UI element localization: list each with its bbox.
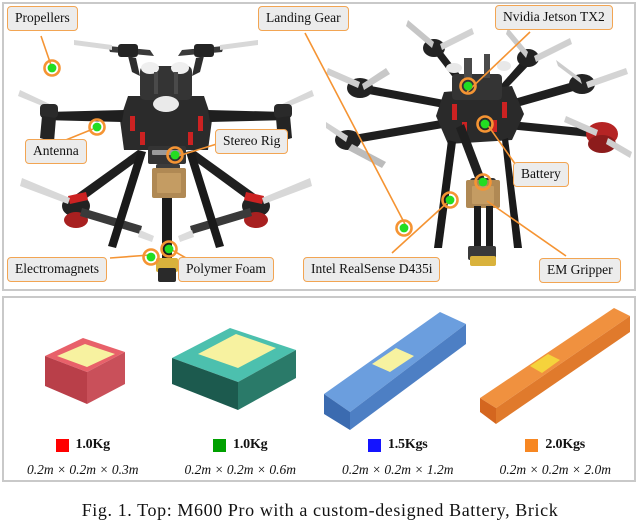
callout-landing-gear[interactable]: Landing Gear [258, 6, 349, 31]
legend-item-blue: 1.5Kgs [319, 434, 477, 456]
object-thumbnail-blue-block [314, 300, 474, 432]
drone-side-view-photo [326, 10, 634, 286]
legend-mass-green: 1.0Kg [233, 437, 268, 452]
legend-item-green: 1.0Kg [162, 434, 320, 456]
mass-legend-row: 1.0Kg 1.0Kg 1.5Kgs 2.0Kgs [4, 434, 634, 456]
dimensions-green: 0.2m × 0.2m × 0.6m [184, 462, 297, 477]
figure-root: Propellers Landing Gear Nvidia Jetson TX… [0, 0, 640, 522]
legend-item-orange: 2.0Kgs [477, 434, 635, 456]
object-thumbnail-green-block [154, 300, 314, 432]
dimensions-orange: 0.2m × 0.2m × 2.0m [499, 462, 612, 477]
legend-swatch-red [55, 438, 69, 452]
callout-stereo-rig[interactable]: Stereo Rig [215, 129, 289, 154]
object-thumbnails-row [4, 300, 634, 432]
callout-nvidia-jetson-tx2[interactable]: Nvidia Jetson TX2 [495, 5, 613, 30]
legend-mass-blue: 1.5Kgs [387, 437, 428, 452]
dimensions-blue: 0.2m × 0.2m × 1.2m [341, 462, 454, 477]
dimensions-red: 0.2m × 0.2m × 0.3m [26, 462, 139, 477]
legend-swatch-blue [367, 438, 381, 452]
callout-em-gripper[interactable]: EM Gripper [539, 258, 621, 283]
legend-swatch-orange [525, 438, 539, 452]
figure-caption: Fig. 1. Top: M600 Pro with a custom-desi… [81, 500, 559, 520]
callout-battery[interactable]: Battery [513, 162, 569, 187]
callout-antenna[interactable]: Antenna [25, 139, 87, 164]
legend-item-red: 1.0Kg [4, 434, 162, 456]
callout-intel-realsense-d435i[interactable]: Intel RealSense D435i [303, 257, 441, 282]
legend-mass-orange: 2.0Kgs [545, 437, 586, 452]
top-panel [2, 2, 636, 291]
object-dimensions-row: 0.2m × 0.2m × 0.3m 0.2m × 0.2m × 0.6m 0.… [4, 460, 634, 480]
callout-propellers[interactable]: Propellers [7, 6, 78, 31]
callout-polymer-foam[interactable]: Polymer Foam [178, 257, 274, 282]
callout-electromagnets[interactable]: Electromagnets [7, 257, 107, 282]
legend-swatch-green [213, 438, 227, 452]
legend-mass-red: 1.0Kg [75, 437, 111, 452]
object-thumbnail-orange-block [474, 300, 634, 432]
object-thumbnail-red-block [4, 300, 154, 432]
